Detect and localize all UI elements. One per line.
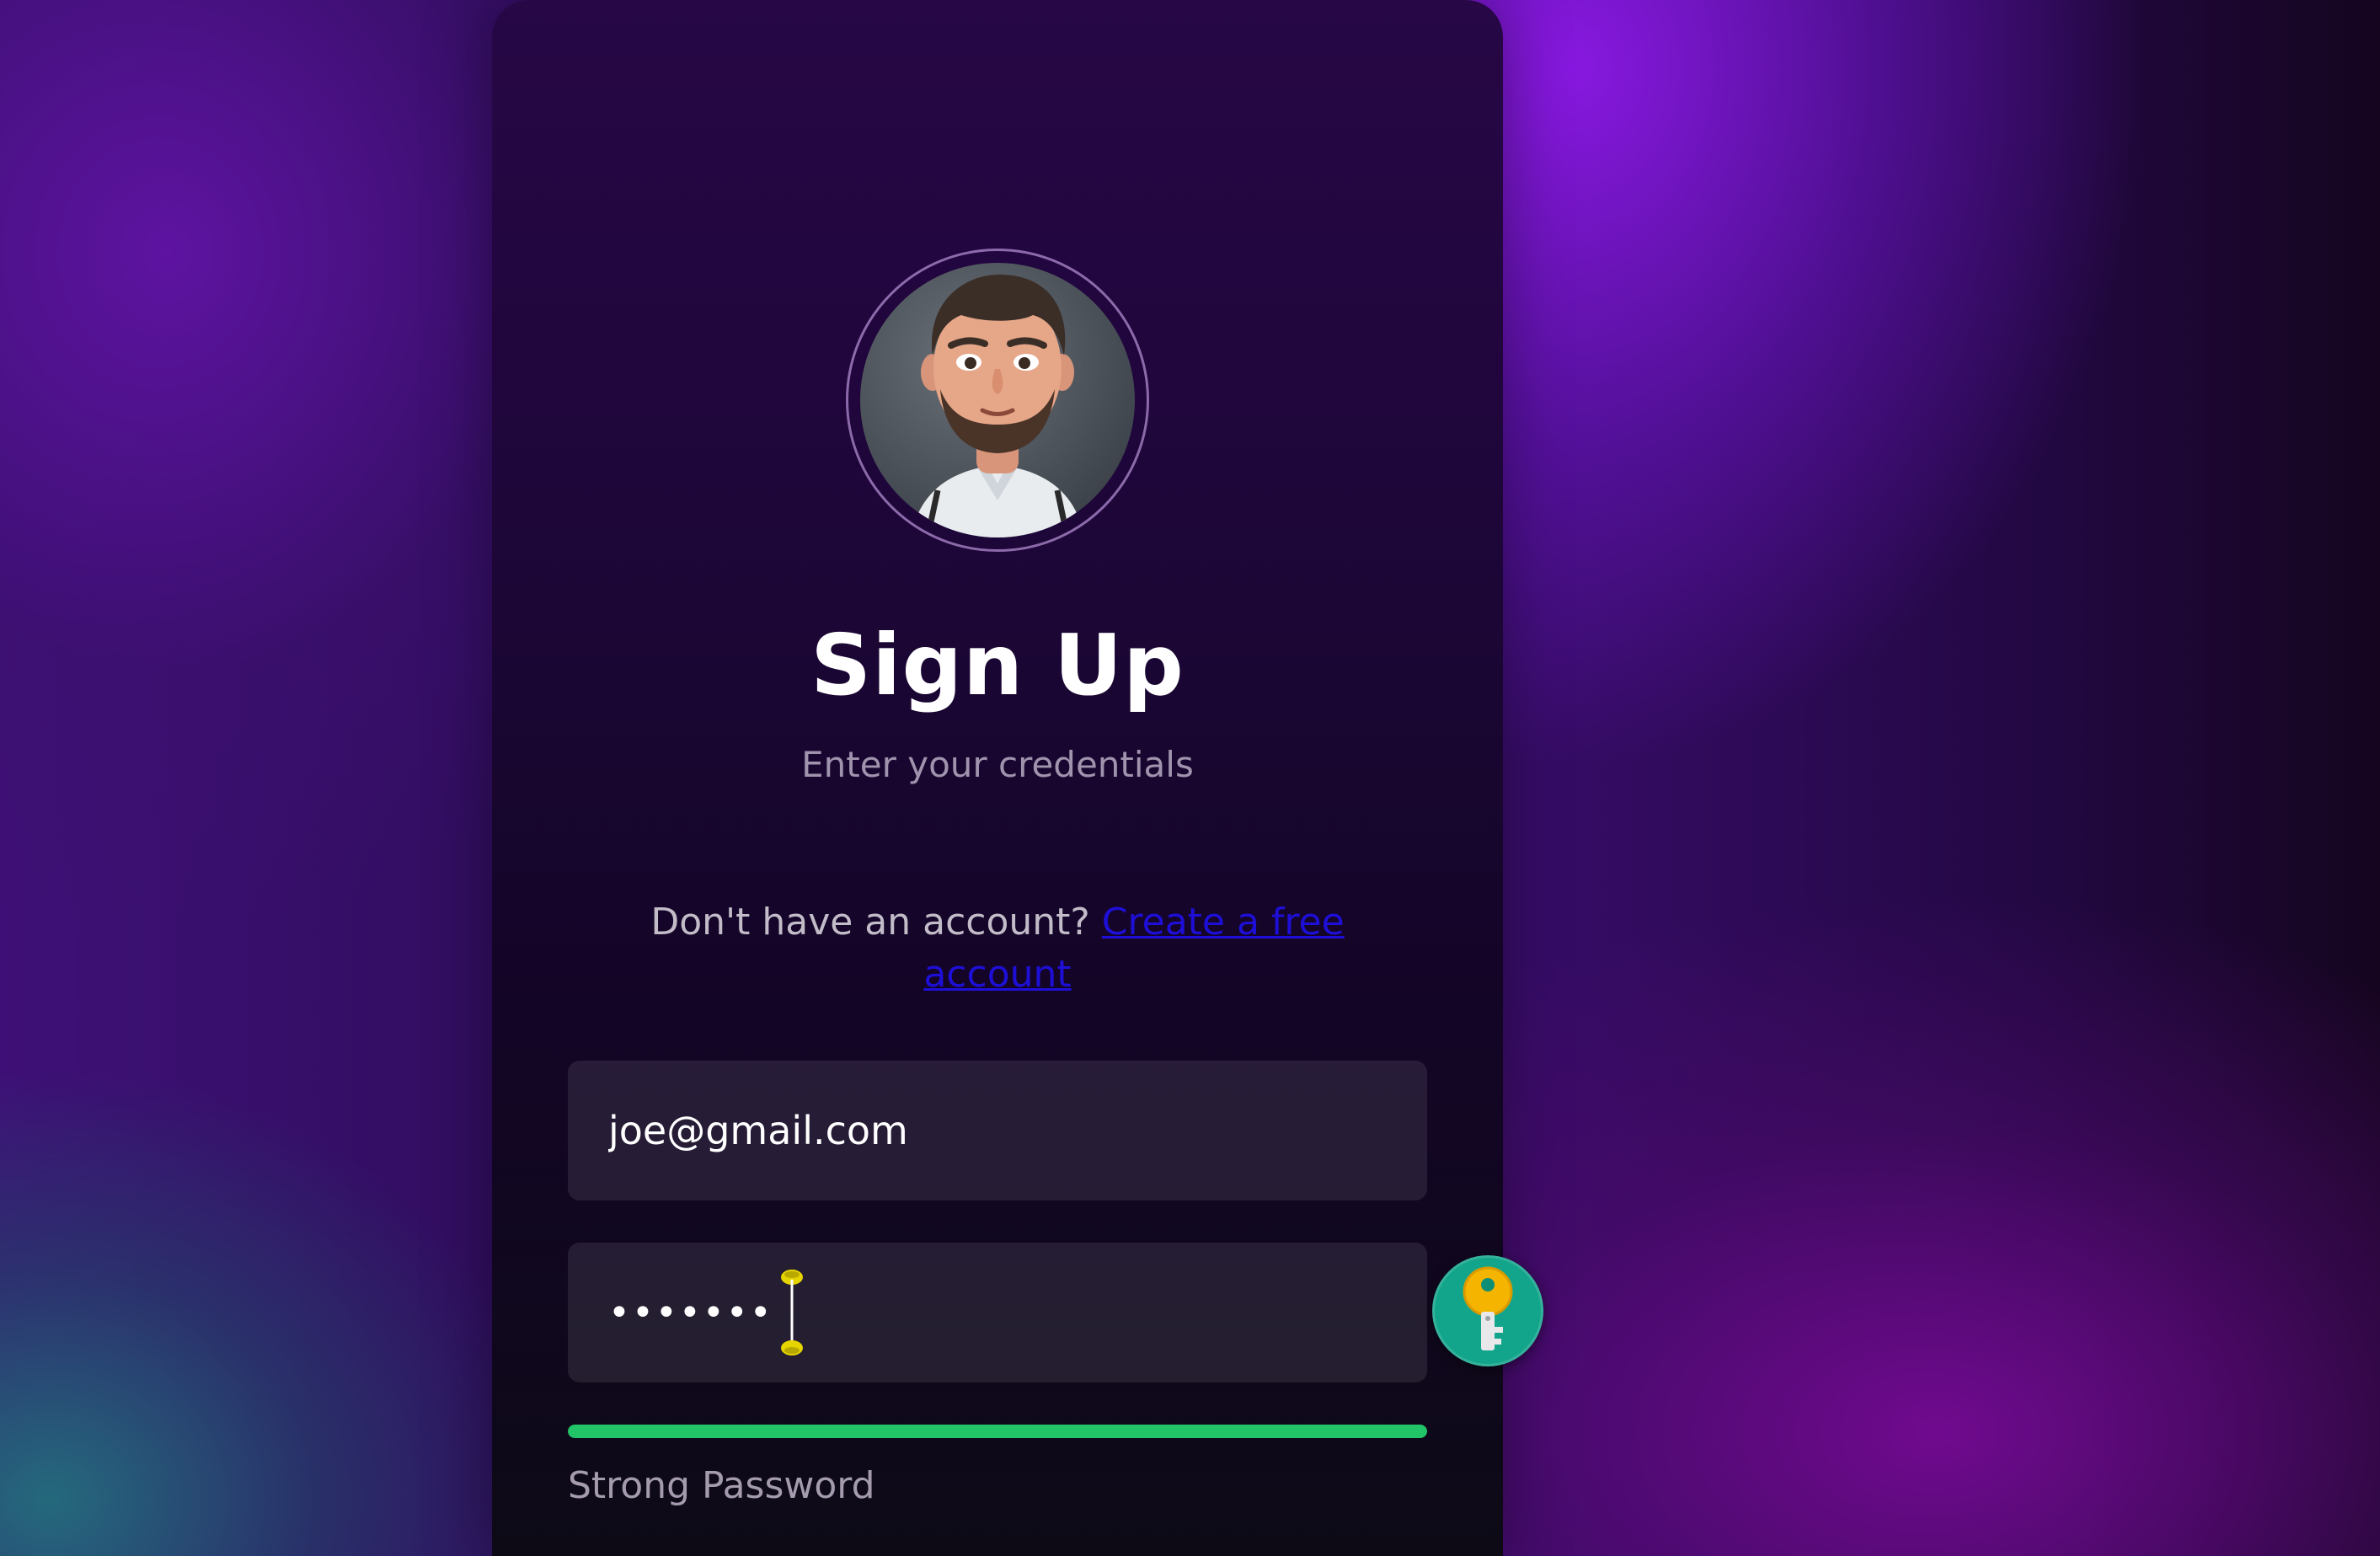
account-prompt-text: Don't have an account? (650, 901, 1090, 944)
email-input[interactable] (608, 1108, 1366, 1153)
password-manager-button[interactable] (1432, 1255, 1543, 1366)
password-strength-label: Strong Password (568, 1464, 875, 1507)
password-field[interactable] (568, 1243, 1427, 1382)
page-subtitle: Enter your credentials (801, 744, 1194, 785)
key-icon (1463, 1266, 1513, 1350)
text-selection-caret-icon[interactable] (777, 1268, 807, 1357)
signup-card: Sign Up Enter your credentials Don't hav… (492, 0, 1503, 1556)
password-input[interactable] (608, 1291, 777, 1334)
avatar (860, 263, 1135, 537)
email-field[interactable] (568, 1061, 1427, 1200)
password-strength-fill (568, 1425, 1427, 1438)
avatar-illustration (911, 274, 1084, 537)
page-title: Sign Up (810, 616, 1185, 714)
password-strength-bar (568, 1425, 1427, 1438)
account-prompt: Don't have an account? Create a free acc… (627, 896, 1368, 1001)
